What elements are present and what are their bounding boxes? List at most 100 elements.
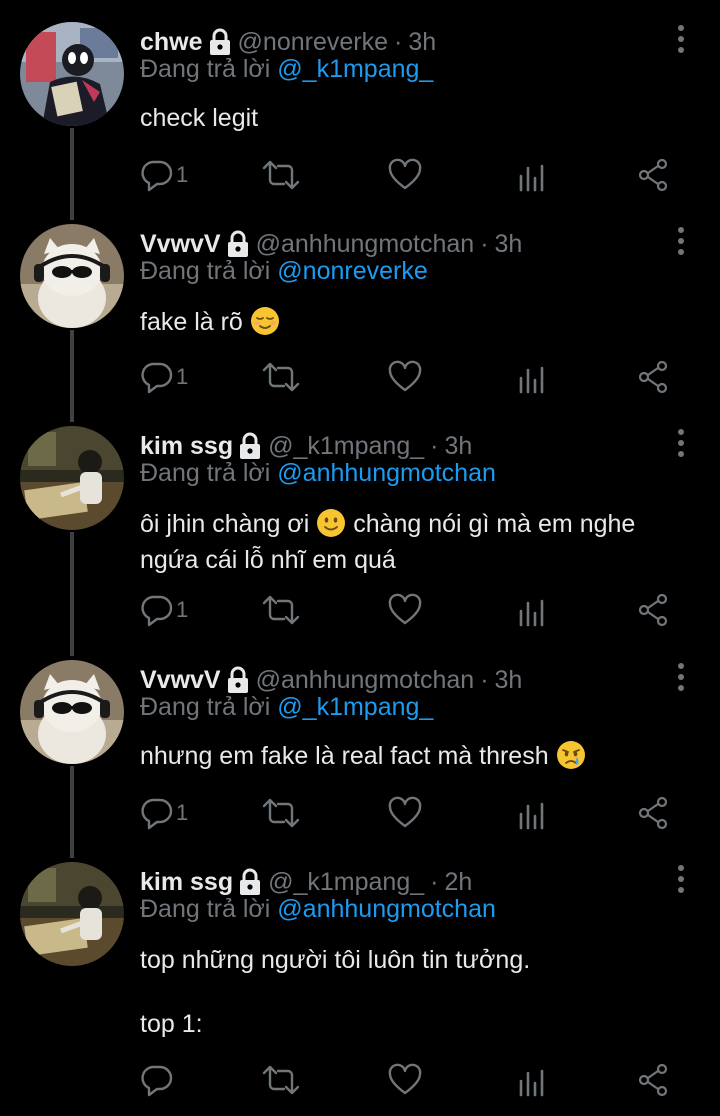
reply-icon bbox=[141, 798, 173, 830]
avatar[interactable] bbox=[20, 426, 124, 530]
views-button[interactable] bbox=[516, 357, 546, 397]
timestamp[interactable]: 3h bbox=[444, 432, 472, 461]
slightly-smiling-face-emoji-icon bbox=[317, 509, 346, 537]
more-vertical-icon[interactable] bbox=[676, 864, 686, 894]
share-icon bbox=[638, 796, 668, 830]
reply-button[interactable]: 1 bbox=[140, 155, 188, 195]
avatar[interactable] bbox=[20, 660, 124, 764]
display-name[interactable]: VvwvV bbox=[140, 230, 221, 259]
mention-link[interactable]: @_k1mpang_ bbox=[277, 55, 433, 83]
username[interactable]: @nonreverke bbox=[238, 28, 388, 57]
reply-button[interactable]: 1 bbox=[140, 590, 188, 630]
share-icon bbox=[638, 1063, 668, 1097]
share-button[interactable] bbox=[638, 1060, 670, 1100]
tweet-text-part: chàng nói gì mà em nghe bbox=[353, 510, 636, 538]
heart-icon bbox=[388, 796, 422, 828]
avatar[interactable] bbox=[20, 224, 124, 328]
share-icon bbox=[638, 158, 668, 192]
like-button[interactable] bbox=[388, 1060, 422, 1100]
lock-icon bbox=[227, 666, 248, 693]
retweet-button[interactable] bbox=[262, 155, 300, 195]
views-button[interactable] bbox=[516, 590, 546, 630]
replying-to: Đang trả lời @_k1mpang_ bbox=[140, 55, 433, 84]
username[interactable]: @anhhungmotchan bbox=[256, 230, 475, 259]
like-button[interactable] bbox=[388, 793, 422, 833]
share-button[interactable] bbox=[638, 590, 670, 630]
replying-to-label: Đang trả lời bbox=[140, 55, 271, 83]
heart-icon bbox=[388, 593, 422, 625]
tweet[interactable]: chwe @nonreverke · 3h Đang trả lời @_k1m… bbox=[0, 22, 720, 202]
separator: · bbox=[480, 229, 489, 258]
more-vertical-icon[interactable] bbox=[676, 24, 686, 54]
tweet-text: fake là rõ bbox=[140, 308, 243, 336]
views-button[interactable] bbox=[516, 1060, 546, 1100]
views-button[interactable] bbox=[516, 155, 546, 195]
mention-link[interactable]: @anhhungmotchan bbox=[277, 459, 496, 487]
replying-to: Đang trả lời @nonreverke bbox=[140, 257, 428, 286]
reply-icon bbox=[141, 160, 173, 192]
more-vertical-icon[interactable] bbox=[676, 662, 686, 692]
action-bar: 1 bbox=[140, 155, 680, 195]
heart-icon bbox=[388, 360, 422, 392]
action-bar bbox=[140, 1060, 680, 1100]
like-button[interactable] bbox=[388, 155, 422, 195]
username[interactable]: @_k1mpang_ bbox=[268, 868, 424, 897]
reply-icon bbox=[141, 1065, 173, 1097]
separator: · bbox=[393, 27, 403, 56]
mention-link[interactable]: @anhhungmotchan bbox=[277, 895, 496, 923]
display-name[interactable]: chwe bbox=[140, 28, 203, 57]
replying-to-label: Đang trả lời bbox=[140, 459, 271, 487]
replying-to-label: Đang trả lời bbox=[140, 895, 271, 923]
tweet-text: top những người tôi luôn tin tưởng. bbox=[140, 946, 531, 974]
tweet[interactable]: kim ssg @_k1mpang_ · 3h Đang trả lời @an… bbox=[0, 426, 720, 640]
display-name[interactable]: kim ssg bbox=[140, 432, 233, 461]
retweet-button[interactable] bbox=[262, 590, 300, 630]
username[interactable]: @anhhungmotchan bbox=[256, 666, 475, 695]
tweet[interactable]: VvwvV @anhhungmotchan · 3h Đang trả lời … bbox=[0, 224, 720, 404]
tweet[interactable]: VvwvV @anhhungmotchan · 3h Đang trả lời … bbox=[0, 660, 720, 840]
reply-button[interactable]: 1 bbox=[140, 793, 188, 833]
views-chart-icon bbox=[519, 164, 544, 192]
share-button[interactable] bbox=[638, 155, 670, 195]
replying-to: Đang trả lời @anhhungmotchan bbox=[140, 895, 496, 924]
timestamp[interactable]: 3h bbox=[495, 230, 523, 259]
avatar[interactable] bbox=[20, 862, 124, 966]
heart-icon bbox=[388, 158, 422, 190]
share-button[interactable] bbox=[638, 357, 670, 397]
username[interactable]: @_k1mpang_ bbox=[268, 432, 424, 461]
mention-link[interactable]: @_k1mpang_ bbox=[277, 693, 433, 721]
timestamp[interactable]: 3h bbox=[408, 28, 436, 57]
tweet-text-part: ôi jhin chàng ơi bbox=[140, 510, 310, 538]
tweet-text: nhưng em fake là real fact mà thresh bbox=[140, 742, 549, 770]
tweet-text: ôi jhin chàng ơi chàng nói gì mà em nghe… bbox=[140, 506, 700, 578]
more-vertical-icon[interactable] bbox=[676, 428, 686, 458]
display-name[interactable]: kim ssg bbox=[140, 868, 233, 897]
more-vertical-icon[interactable] bbox=[676, 226, 686, 256]
lock-icon bbox=[240, 868, 261, 895]
action-bar: 1 bbox=[140, 793, 680, 833]
retweet-button[interactable] bbox=[262, 793, 300, 833]
retweet-button[interactable] bbox=[262, 1060, 300, 1100]
timestamp[interactable]: 2h bbox=[444, 868, 472, 897]
retweet-icon bbox=[262, 362, 300, 392]
reply-button[interactable] bbox=[140, 1060, 176, 1100]
views-button[interactable] bbox=[516, 793, 546, 833]
share-button[interactable] bbox=[638, 793, 670, 833]
display-name[interactable]: VvwvV bbox=[140, 666, 221, 695]
reply-icon bbox=[141, 595, 173, 627]
timestamp[interactable]: 3h bbox=[495, 666, 523, 695]
like-button[interactable] bbox=[388, 590, 422, 630]
tweet[interactable]: kim ssg @_k1mpang_ · 2h Đang trả lời @an… bbox=[0, 862, 720, 1116]
reply-button[interactable]: 1 bbox=[140, 357, 188, 397]
like-button[interactable] bbox=[388, 357, 422, 397]
retweet-button[interactable] bbox=[262, 357, 300, 397]
tweet-text: check legit bbox=[140, 104, 259, 132]
action-bar: 1 bbox=[140, 357, 680, 397]
share-icon bbox=[638, 360, 668, 394]
lock-icon bbox=[240, 432, 261, 459]
views-chart-icon bbox=[519, 366, 544, 394]
avatar[interactable] bbox=[20, 22, 124, 126]
separator: · bbox=[480, 665, 489, 694]
mention-link[interactable]: @nonreverke bbox=[277, 257, 427, 285]
lock-icon bbox=[227, 230, 248, 257]
